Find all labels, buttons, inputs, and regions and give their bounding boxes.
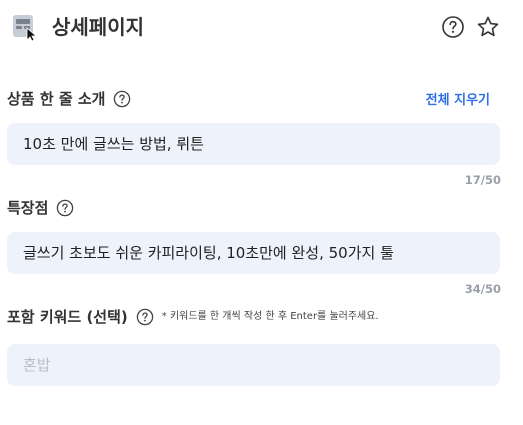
features-input[interactable]: 글쓰기 초보도 쉬운 카피라이팅, 10초만에 완성, 50가지 툴 xyxy=(7,232,500,274)
clear-all-button[interactable]: 전체 지우기 xyxy=(426,92,490,110)
question-circle-icon[interactable] xyxy=(113,90,131,108)
question-circle-icon[interactable] xyxy=(136,308,154,326)
question-circle-icon[interactable] xyxy=(441,15,465,39)
page-title: 상세페이지 xyxy=(52,15,144,39)
features-label: 특장점 xyxy=(7,198,74,218)
header: 상세페이지 xyxy=(0,0,523,56)
one-line-intro-label: 상품 한 줄 소개 xyxy=(7,89,131,109)
features-label-text: 특장점 xyxy=(7,199,49,217)
star-outline-icon[interactable] xyxy=(476,15,500,39)
keywords-label: 포함 키워드 (선택) * 키워드를 한 개씩 작성 한 후 Enter를 눌러… xyxy=(7,307,379,327)
keywords-label-text: 포함 키워드 (선택) xyxy=(7,308,128,326)
one-line-intro-char-counter: 17/50 xyxy=(464,173,501,187)
features-char-counter: 34/50 xyxy=(464,282,501,296)
one-line-intro-input[interactable]: 10초 만에 글쓰는 방법, 뤼튼 xyxy=(7,123,500,165)
one-line-intro-label-text: 상품 한 줄 소개 xyxy=(7,90,106,108)
question-circle-icon[interactable] xyxy=(56,199,74,217)
keywords-instruction-note: * 키워드를 한 개씩 작성 한 후 Enter를 눌러주세요. xyxy=(161,311,379,322)
keywords-input[interactable]: 혼밥 xyxy=(7,344,500,386)
detail-page-icon xyxy=(12,13,38,42)
